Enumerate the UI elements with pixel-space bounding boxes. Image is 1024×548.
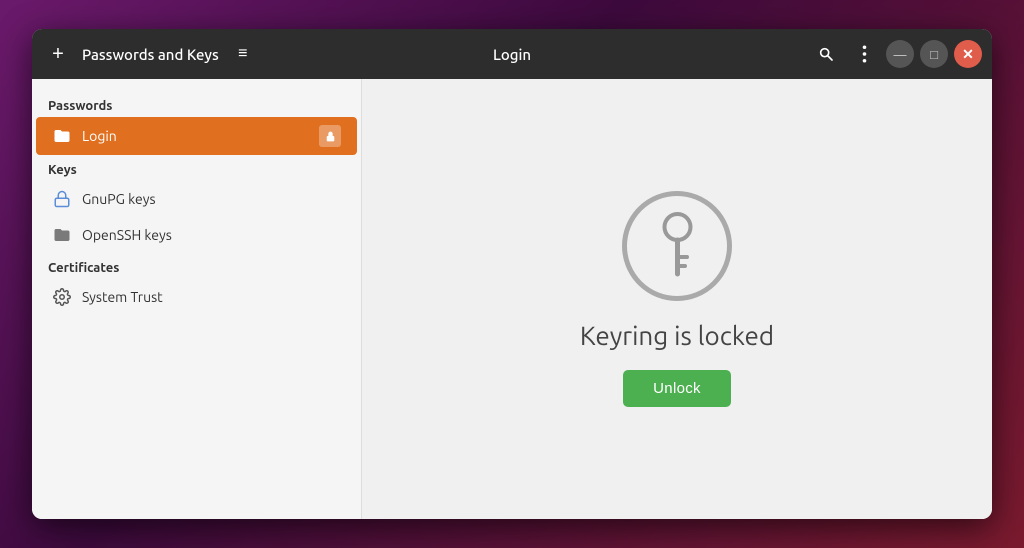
titlebar-left: + Passwords and Keys ≡ — [42, 38, 810, 70]
unlock-button[interactable]: Unlock — [623, 370, 731, 407]
sidebar-item-openssh-label: OpenSSH keys — [82, 227, 341, 243]
vertical-dots-icon — [862, 45, 867, 63]
certificates-section-title: Certificates — [32, 253, 361, 279]
more-options-button[interactable] — [848, 38, 880, 70]
sidebar-item-system-trust-label: System Trust — [82, 289, 341, 305]
passwords-section-title: Passwords — [32, 91, 361, 117]
sidebar-item-gnupg[interactable]: GnuPG keys — [36, 181, 357, 217]
sidebar-item-system-trust[interactable]: System Trust — [36, 279, 357, 315]
keyring-icon-circle — [622, 191, 732, 301]
lock-icon — [324, 130, 337, 143]
seahorse-key-icon — [650, 209, 705, 284]
maximize-button[interactable]: □ — [920, 40, 948, 68]
titlebar-controls: — □ ✕ — [810, 38, 982, 70]
main-window: + Passwords and Keys ≡ Login — □ ✕ — [32, 29, 992, 519]
content-area: Keyring is locked Unlock — [362, 79, 992, 519]
sidebar-item-login-label: Login — [82, 128, 309, 144]
openssh-folder-icon — [52, 225, 72, 245]
sidebar-item-gnupg-label: GnuPG keys — [82, 191, 341, 207]
main-content: Passwords Login Keys — [32, 79, 992, 519]
close-button[interactable]: ✕ — [954, 40, 982, 68]
keyring-locked-text: Keyring is locked — [580, 321, 774, 350]
sidebar-item-openssh[interactable]: OpenSSH keys — [36, 217, 357, 253]
system-trust-icon — [52, 287, 72, 307]
hamburger-button[interactable]: ≡ — [227, 38, 259, 70]
gnupg-icon — [52, 189, 72, 209]
lock-badge — [319, 125, 341, 147]
search-icon — [818, 46, 834, 62]
minimize-button[interactable]: — — [886, 40, 914, 68]
window-title: Login — [493, 46, 531, 63]
keys-section-title: Keys — [32, 155, 361, 181]
app-title: Passwords and Keys — [82, 46, 219, 63]
sidebar: Passwords Login Keys — [32, 79, 362, 519]
search-button[interactable] — [810, 38, 842, 70]
add-button[interactable]: + — [42, 38, 74, 70]
folder-icon — [52, 126, 72, 146]
sidebar-item-login[interactable]: Login — [36, 117, 357, 155]
titlebar: + Passwords and Keys ≡ Login — □ ✕ — [32, 29, 992, 79]
